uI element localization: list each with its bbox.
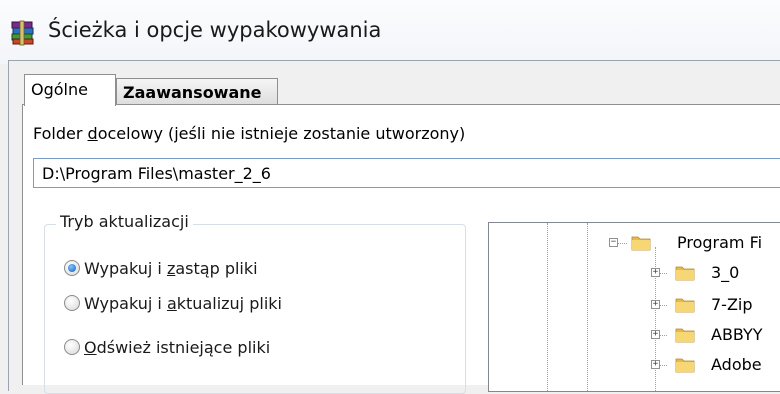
destination-path-input[interactable]: [33, 158, 780, 188]
folder-icon: [675, 358, 695, 373]
tree-item-adobe[interactable]: Adobe: [711, 355, 762, 374]
tree-guide-line: [587, 223, 588, 391]
folder-icon: [675, 298, 695, 313]
radio-button-checked[interactable]: [64, 260, 80, 276]
radio-extract-update-label: Wypakuj i aktualizuj pliki: [84, 293, 282, 313]
tree-item-abbyy[interactable]: ABBYY: [711, 325, 763, 344]
radio-button[interactable]: [64, 295, 80, 311]
window-title: Ścieżka i opcje wypakowywania: [48, 18, 382, 42]
tree-guide-line: [547, 223, 548, 391]
destination-folder-label: Folder docelowy (jeśli nie istnieje zost…: [33, 124, 466, 143]
folder-icon: [675, 266, 695, 281]
radio-refresh-existing-label: Odśwież istniejące pliki: [84, 337, 271, 357]
update-mode-title: Tryb aktualizacji: [56, 212, 193, 231]
tree-item-3-0[interactable]: 3_0: [711, 263, 739, 282]
radio-extract-replace[interactable]: Wypakuj i zastąp pliki: [64, 257, 258, 279]
title-bar[interactable]: Ścieżka i opcje wypakowywania: [0, 0, 780, 64]
tree-collapse-toggle[interactable]: −: [609, 238, 618, 247]
radio-extract-replace-label: Wypakuj i zastąp pliki: [84, 258, 258, 278]
tree-item-7-zip[interactable]: 7-Zip: [711, 295, 753, 314]
radio-refresh-existing[interactable]: Odśwież istniejące pliki: [64, 336, 270, 358]
winrar-books-icon: [11, 20, 34, 46]
tree-branch-line: [617, 243, 627, 244]
radio-button[interactable]: [64, 339, 80, 355]
tree-item-program-files[interactable]: Program Fi: [677, 233, 762, 252]
tree-expand-toggle[interactable]: +: [651, 360, 660, 369]
tree-expand-toggle[interactable]: +: [651, 268, 660, 277]
radio-extract-update[interactable]: Wypakuj i aktualizuj pliki: [64, 292, 282, 314]
folder-tree[interactable]: − Program Fi + 3_0 + 7-Zip + ABBYY + Ado…: [488, 222, 780, 392]
tree-expand-toggle[interactable]: +: [651, 330, 660, 339]
folder-icon: [675, 328, 695, 343]
folder-icon: [631, 236, 651, 251]
tab-general[interactable]: Ogólne: [24, 74, 116, 106]
tab-advanced[interactable]: Zaawansowane: [116, 78, 278, 106]
tree-expand-toggle[interactable]: +: [651, 300, 660, 309]
